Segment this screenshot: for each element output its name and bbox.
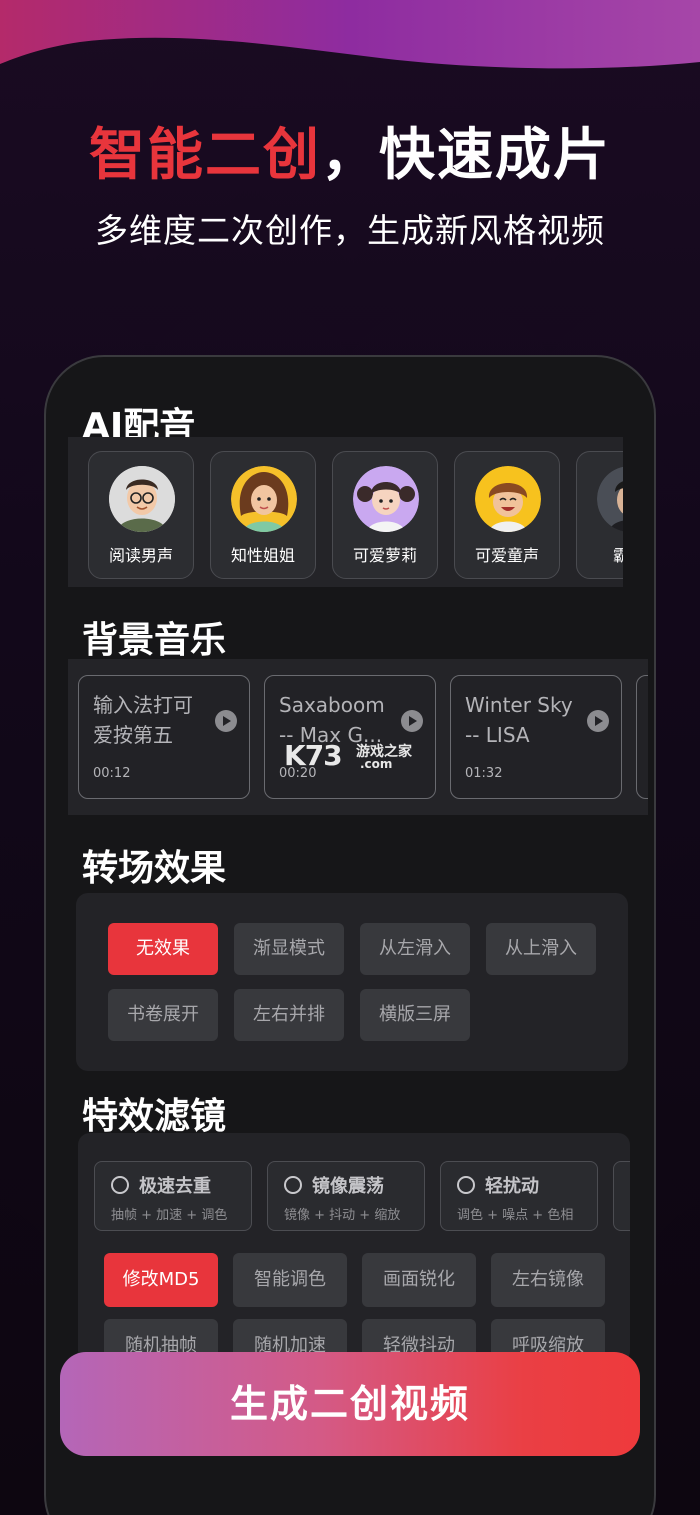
transition-chip-scroll[interactable]: 书卷展开 — [108, 989, 218, 1041]
music-duration: 01:32 — [465, 766, 503, 781]
filter-preset-fast-dedupe[interactable]: 极速去重 抽帧 + 加速 + 调色 — [94, 1161, 252, 1231]
music-list[interactable]: 输入法打可爱按第五 00:12 Saxaboom -- Max G... 00:… — [68, 659, 648, 815]
filter-panel: 极速去重 抽帧 + 加速 + 调色 镜像震荡 镜像 + 抖动 + 缩放 轻扰动 … — [78, 1133, 630, 1363]
preset-name: 镜像震荡 — [312, 1176, 384, 1197]
filter-chip-mirror[interactable]: 左右镜像 — [491, 1253, 605, 1307]
hero-title: 智能二创，快速成片 — [0, 118, 700, 194]
man-glasses-avatar-icon — [109, 466, 175, 532]
preset-name: 轻扰动 — [485, 1176, 539, 1197]
transition-chip-triple-screen[interactable]: 横版三屏 — [360, 989, 470, 1041]
transition-chip-slide-top[interactable]: 从上滑入 — [486, 923, 596, 975]
generate-video-button[interactable]: 生成二创视频 — [60, 1352, 640, 1456]
music-card[interactable]: Winter Sky -- LISA 01:32 — [450, 675, 622, 799]
play-icon[interactable] — [215, 710, 237, 732]
hero-subtitle: 多维度二次创作，生成新风格视频 — [95, 211, 605, 250]
music-card[interactable]: 输入法打可爱按第五 00:12 — [78, 675, 250, 799]
preset-desc: 镜像 + 抖动 + 缩放 — [284, 1208, 401, 1223]
music-title: Winter Sky -- LISA — [465, 693, 573, 747]
watermark-com-text: .com — [360, 757, 393, 771]
girl-pigtails-avatar-icon — [353, 466, 419, 532]
voice-card-domineering[interactable]: 霸道 — [576, 451, 623, 579]
filter-preset-mirror-shake[interactable]: 镜像震荡 镜像 + 抖动 + 缩放 — [267, 1161, 425, 1231]
music-section-title: 背景音乐 — [82, 620, 227, 661]
transition-chip-fade[interactable]: 渐显模式 — [234, 923, 344, 975]
preset-desc: 抽帧 + 加速 + 调色 — [111, 1208, 228, 1223]
top-wave-decoration — [0, 0, 700, 69]
music-card[interactable]: Saxaboom -- Max G... 00:20 — [264, 675, 436, 799]
filter-chip-md5[interactable]: 修改MD5 — [104, 1253, 218, 1307]
filter-chip-sharpen[interactable]: 画面锐化 — [362, 1253, 476, 1307]
voice-label: 阅读男声 — [108, 546, 173, 565]
voice-label: 霸道 — [577, 542, 623, 566]
transition-panel: 无效果 渐显模式 从左滑入 从上滑入 书卷展开 左右并排 横版三屏 — [76, 893, 628, 1071]
music-duration: 00:12 — [93, 766, 131, 781]
voice-card-intellectual-sister[interactable]: 知性姐姐 — [210, 451, 316, 579]
child-curly-avatar-icon — [475, 466, 541, 532]
radio-icon[interactable] — [284, 1176, 302, 1194]
voice-list[interactable]: 阅读男声 知性姐姐 可爱萝莉 可爱童声 — [68, 437, 623, 587]
watermark-logo-text: K73 — [284, 739, 343, 772]
play-icon[interactable] — [401, 710, 423, 732]
man-dark-avatar-icon — [597, 466, 623, 532]
transition-chip-side-by-side[interactable]: 左右并排 — [234, 989, 344, 1041]
filter-preset-partial[interactable] — [613, 1161, 630, 1231]
preset-name: 极速去重 — [139, 1176, 211, 1197]
voice-card-reading-male[interactable]: 阅读男声 — [88, 451, 194, 579]
music-card-partial[interactable] — [636, 675, 648, 799]
hero-title-accent: 智能二创 — [89, 123, 321, 188]
voice-card-cute-loli[interactable]: 可爱萝莉 — [332, 451, 438, 579]
voice-label: 可爱萝莉 — [352, 546, 417, 565]
phone-frame: AI配音 阅读男声 知性姐姐 可爱萝莉 可爱童声 背景音乐 输入法打可爱按第五 … — [44, 355, 656, 1515]
transition-chip-slide-left[interactable]: 从左滑入 — [360, 923, 470, 975]
music-title: 输入法打可爱按第五 — [93, 693, 193, 747]
hero-title-rest: ，快速成片 — [321, 123, 611, 188]
filter-preset-light-disturb[interactable]: 轻扰动 调色 + 噪点 + 色相 — [440, 1161, 598, 1231]
play-icon[interactable] — [587, 710, 609, 732]
woman-curly-avatar-icon — [231, 466, 297, 532]
radio-icon[interactable] — [457, 1176, 475, 1194]
transition-chip-none[interactable]: 无效果 — [108, 923, 218, 975]
voice-card-cute-child[interactable]: 可爱童声 — [454, 451, 560, 579]
filter-chip-smart-color[interactable]: 智能调色 — [233, 1253, 347, 1307]
radio-icon[interactable] — [111, 1176, 129, 1194]
preset-desc: 调色 + 噪点 + 色相 — [457, 1208, 574, 1223]
transition-section-title: 转场效果 — [82, 848, 227, 889]
voice-label: 知性姐姐 — [230, 546, 295, 565]
voice-label: 可爱童声 — [474, 546, 539, 565]
